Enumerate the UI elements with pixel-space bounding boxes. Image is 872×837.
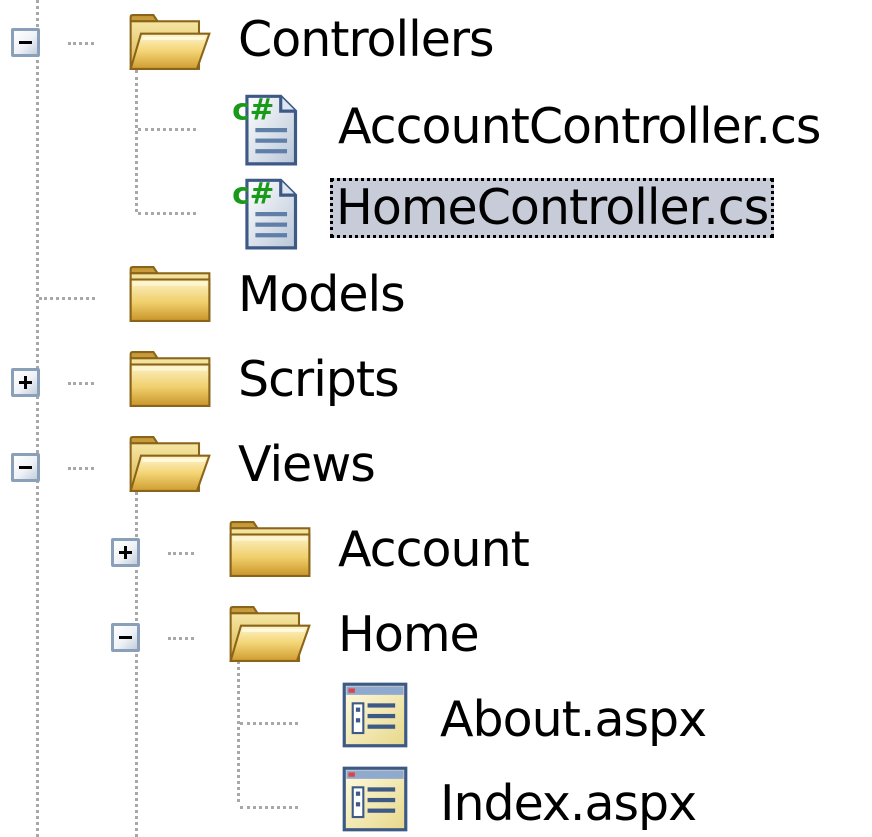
folder-closed-icon[interactable] [128,350,212,408]
plus-icon-v [24,376,27,389]
aspx-file-icon[interactable] [340,680,410,750]
tree-item-home-controller[interactable]: HomeController.cs [330,178,775,238]
tree-item-account-controller[interactable]: AccountController.cs [338,97,821,157]
solution-explorer-tree: Controllers AccountController.cs HomeCon… [0,0,872,837]
collapse-controllers-button[interactable] [11,28,40,57]
tree-item-views-home[interactable]: Home [338,605,480,665]
csharp-file-icon[interactable] [232,174,302,250]
minus-icon [19,466,32,469]
folder-open-icon[interactable] [128,435,212,493]
tree-item-views[interactable]: Views [238,435,376,495]
minus-icon [19,41,32,44]
plus-icon-v [124,546,127,559]
tree-branch-account-controller [138,128,196,131]
tree-branch-views [68,467,94,470]
expand-scripts-button[interactable] [11,368,40,397]
tree-line-views [135,480,138,837]
tree-item-models[interactable]: Models [238,265,406,325]
collapse-home-folder-button[interactable] [111,623,140,652]
tree-branch-controllers [68,42,94,45]
tree-item-index-aspx[interactable]: Index.aspx [440,774,697,834]
folder-open-icon[interactable] [228,605,312,663]
tree-item-controllers[interactable]: Controllers [238,10,495,70]
minus-icon [119,636,132,639]
tree-line-root [36,0,39,837]
tree-branch-models [39,297,95,300]
folder-closed-icon[interactable] [128,265,212,323]
aspx-file-icon[interactable] [340,764,410,834]
tree-line-controllers [135,70,138,212]
tree-branch-about [240,722,298,725]
tree-branch-scripts [68,382,94,385]
csharp-file-icon[interactable] [232,90,302,166]
collapse-views-button[interactable] [11,453,40,482]
tree-branch-index [240,806,298,809]
tree-branch-account-folder [168,552,194,555]
tree-item-views-account[interactable]: Account [338,520,530,580]
tree-item-scripts[interactable]: Scripts [238,350,400,410]
tree-branch-home-controller [138,212,196,215]
tree-branch-home-folder [168,637,194,640]
expand-account-folder-button[interactable] [111,538,140,567]
tree-item-about-aspx[interactable]: About.aspx [440,690,707,750]
tree-line-home [237,655,240,802]
folder-closed-icon[interactable] [228,520,312,578]
folder-open-icon[interactable] [128,13,212,71]
